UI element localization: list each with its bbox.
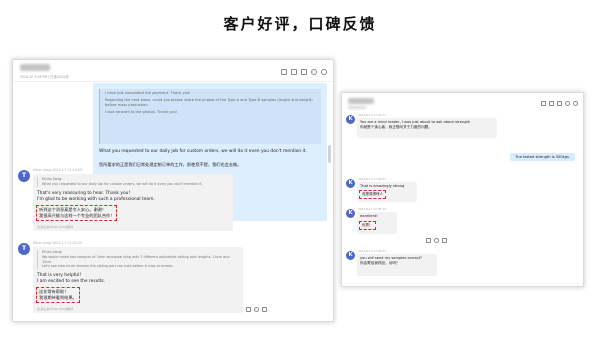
received-message: Ethan Jiang: What you requested to our d… bbox=[33, 174, 233, 231]
header-toolbar bbox=[281, 69, 327, 75]
message-line: I am excited to see the results. bbox=[37, 279, 106, 284]
message-line: That is amazingly strong bbox=[360, 184, 405, 188]
header-toolbar bbox=[541, 101, 578, 106]
translation-line: 我很期待看到结果。 bbox=[39, 295, 77, 300]
scrollbar-thumb[interactable] bbox=[328, 145, 331, 163]
more-icon[interactable] bbox=[573, 101, 578, 106]
file-icon[interactable] bbox=[557, 101, 562, 106]
translation-line: 你会寄给我样品，对吗？ bbox=[360, 261, 400, 266]
page-title: 客户好评，口碑反馈 bbox=[223, 15, 377, 33]
avatar[interactable]: T bbox=[18, 170, 30, 182]
message-line: excellent! bbox=[360, 214, 378, 218]
add-user-icon[interactable] bbox=[565, 101, 570, 106]
add-user-icon[interactable] bbox=[311, 69, 317, 75]
message-meta: 2023-8-17 17:05:19 bbox=[358, 207, 386, 211]
quoted-message: Ethan Jiang: We would make two samples o… bbox=[37, 250, 239, 270]
message-meta: 2023-8-17 17:04:11 bbox=[358, 113, 386, 117]
message-text: That is amazingly strong bbox=[360, 184, 404, 189]
emoji-icon[interactable] bbox=[434, 238, 439, 243]
translation-line: 我很高兴能与这样一个专业的团队合作！ bbox=[39, 213, 115, 218]
received-message: Ethan Jiang: We would make two samples o… bbox=[33, 247, 243, 313]
message-meta: Ethan Jiang 2024-1-7 11:23:29 bbox=[33, 241, 82, 245]
message-translation: 您所要求的正是我们日常处理定制订单的工作，即使您不提，我们也会去做。 bbox=[99, 162, 242, 167]
chat-header: 2024.10 3:26 PM | 已读/2024年 bbox=[13, 60, 333, 82]
avatar[interactable]: K bbox=[346, 179, 355, 188]
translation-line: 真是强得惊人 bbox=[362, 192, 383, 196]
received-message: you will send my samples correct? 你会寄给我样… bbox=[357, 254, 437, 276]
more-icon[interactable] bbox=[262, 307, 267, 312]
image-icon[interactable] bbox=[291, 69, 297, 75]
avatar[interactable]: T bbox=[18, 243, 30, 255]
quote-text: We would make two samples of 2mm whoopee… bbox=[42, 254, 230, 264]
highlighted-translation: 这非常有帮助！ 我很期待看到结果。 bbox=[36, 287, 80, 303]
sent-message: The tested strength is 350kgs. bbox=[510, 153, 575, 161]
translate-icon[interactable] bbox=[541, 101, 546, 106]
highlighted-translation: 真是强得惊人 bbox=[359, 190, 386, 199]
chat-window-left: 2024.10 3:26 PM | 已读/2024年 I have just c… bbox=[12, 59, 334, 322]
avatar[interactable]: K bbox=[346, 115, 355, 124]
message-text: That's very reassuring to hear. Thank yo… bbox=[37, 191, 155, 203]
message-text: You are a mind reader, I was just about … bbox=[360, 120, 470, 130]
redacted-contact-name bbox=[20, 64, 50, 71]
translate-icon[interactable] bbox=[281, 69, 287, 75]
quoted-message: Ethan Jiang: What you requested to our d… bbox=[37, 177, 227, 187]
avatar[interactable]: K bbox=[346, 209, 355, 218]
redacted-contact-name bbox=[348, 98, 374, 104]
translation-note: 此消息由Ethan Jiang翻译 bbox=[37, 225, 74, 229]
file-icon[interactable] bbox=[301, 69, 307, 75]
translation-line: 优秀！ bbox=[362, 223, 373, 227]
header-meta: 2024.10 3:26 PM | 已读/2024年 bbox=[20, 75, 69, 79]
quoted-message: I have just completed the payment. Thank… bbox=[99, 89, 321, 144]
message-meta: 2023-8-17 17:06:23 bbox=[358, 249, 386, 253]
received-message: You are a mind reader, I was just about … bbox=[357, 118, 497, 138]
chat-window-right: K 2023-8-17 17:04:11 You are a mind read… bbox=[341, 92, 584, 287]
image-icon[interactable] bbox=[549, 101, 554, 106]
avatar[interactable]: K bbox=[346, 251, 355, 260]
received-message: That is amazingly strong 真是强得惊人 bbox=[357, 182, 417, 202]
message-text: What you requested to our daily job for … bbox=[99, 149, 307, 154]
quote-line: Regarding the next steps, could you plea… bbox=[105, 98, 313, 107]
message-text: you will send my samples correct? 你会寄给我样… bbox=[360, 256, 422, 266]
message-line: I'm glad to be working with such a profe… bbox=[37, 197, 155, 202]
message-text: excellent! bbox=[360, 214, 378, 219]
quote-line: I look forward to the photos. Thank you! bbox=[105, 110, 178, 114]
more-icon[interactable] bbox=[321, 69, 327, 75]
emoji-icon[interactable] bbox=[254, 307, 259, 312]
highlighted-translation: 听到这个消息真是令人安心。谢谢！ 我很高兴能与这样一个专业的团队合作！ bbox=[36, 205, 118, 221]
message-text: The tested strength is 350kgs. bbox=[515, 155, 570, 159]
reply-icon[interactable] bbox=[426, 238, 431, 243]
translation-line: 你就是个读心者，我正想问关于力度的问题。 bbox=[360, 125, 432, 130]
quote-line: I have just completed the payment. Thank… bbox=[105, 91, 191, 95]
highlighted-translation: 优秀！ bbox=[359, 221, 376, 230]
reply-icon[interactable] bbox=[246, 307, 251, 312]
received-message: excellent! 优秀！ bbox=[357, 212, 397, 234]
message-text: That is very helpful! I am excited to se… bbox=[37, 273, 105, 285]
redacted-contact-status bbox=[348, 106, 366, 109]
quote-text: What you requested to our daily job for … bbox=[42, 181, 203, 186]
message-meta: 2023-8-17 17:05:03 bbox=[358, 177, 386, 181]
more-icon[interactable] bbox=[442, 238, 447, 243]
message-actions bbox=[246, 307, 267, 312]
message-meta: Ethan Jiang 2024-1-7 11:14:03 bbox=[33, 168, 82, 172]
quote-text: Let's see how much tension the sliding p… bbox=[42, 264, 174, 269]
translation-note: 此消息由Ethan Jiang翻译 bbox=[37, 307, 74, 311]
message-actions bbox=[426, 238, 447, 243]
